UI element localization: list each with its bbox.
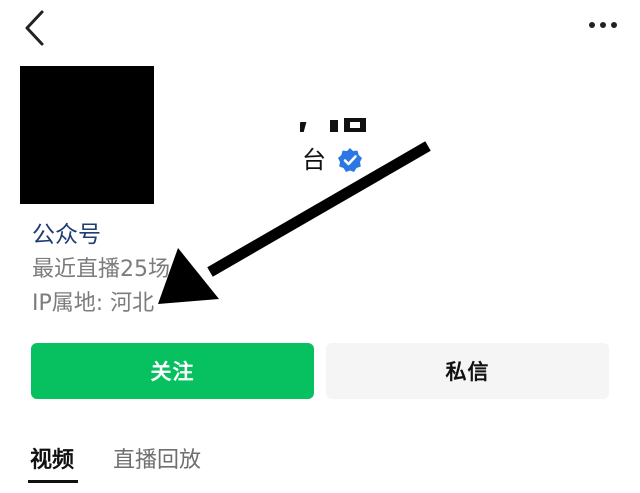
ip-location: IP属地: 河北	[32, 291, 155, 316]
chevron-left-icon	[25, 10, 44, 46]
more-dots-icon	[589, 22, 617, 28]
avatar[interactable]	[20, 66, 154, 204]
follow-button[interactable]: 关注	[31, 343, 314, 399]
profile-page: 台 公众号 最近直播25场 IP属地: 河北 关注 私信 视频 直播回放	[0, 0, 640, 493]
account-name: 台	[302, 146, 327, 174]
more-button[interactable]	[588, 14, 618, 36]
back-button[interactable]	[18, 8, 54, 48]
tab-live-replay[interactable]: 直播回放	[113, 444, 201, 478]
recent-live-count: 最近直播25场	[32, 257, 170, 282]
active-tab-indicator	[28, 480, 78, 483]
name-fragment	[300, 116, 370, 132]
account-type-link[interactable]: 公众号	[32, 218, 101, 252]
account-name-row: 台	[302, 140, 363, 180]
tab-video[interactable]: 视频	[30, 444, 74, 478]
verified-badge-icon	[338, 148, 362, 172]
message-button[interactable]: 私信	[326, 343, 609, 399]
